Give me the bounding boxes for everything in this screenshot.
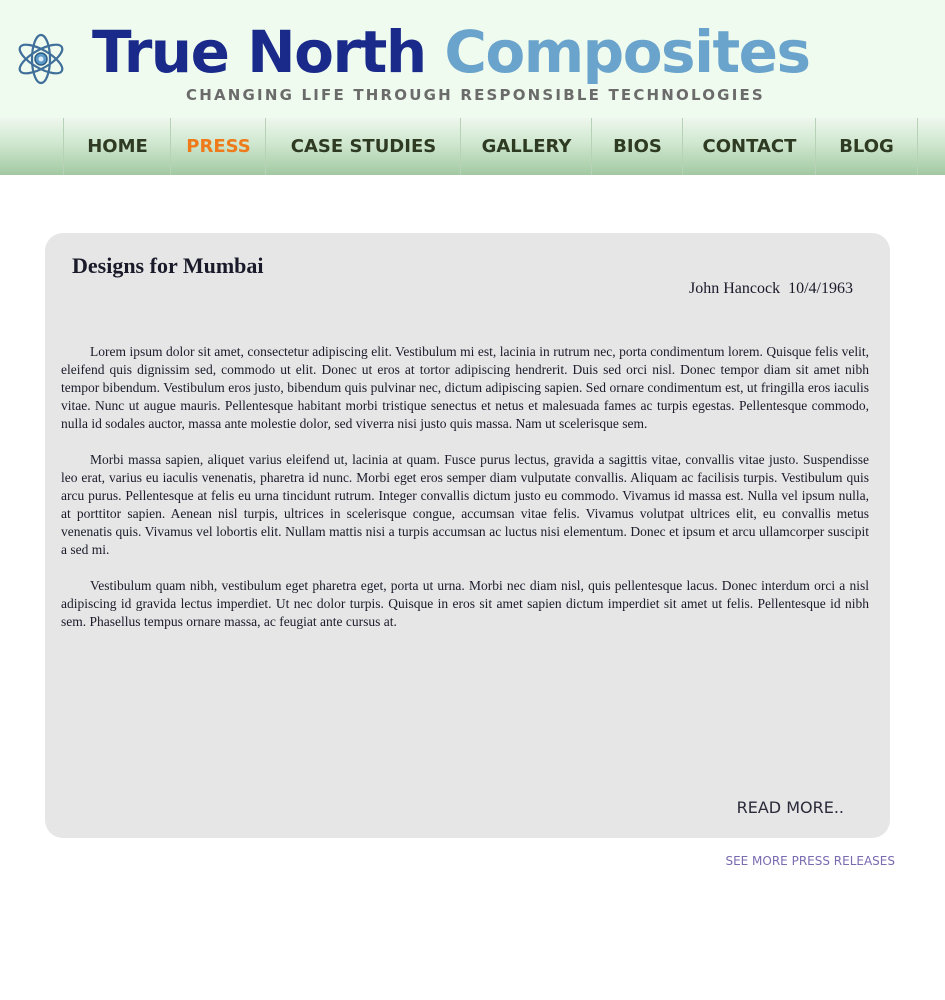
brand-name-secondary: Composites (444, 18, 811, 86)
read-more-link[interactable]: READ MORE.. (737, 798, 844, 817)
article-paragraph: Morbi massa sapien, aliquet varius eleif… (61, 452, 869, 557)
nav-item-blog[interactable]: BLOG (815, 118, 917, 175)
nav-divider (917, 118, 918, 175)
article-body: Lorem ipsum dolor sit amet, consectetur … (61, 343, 869, 649)
article-paragraph: Lorem ipsum dolor sit amet, consectetur … (61, 344, 869, 431)
press-article-card: Designs for Mumbai John Hancock 10/4/196… (45, 233, 890, 838)
nav-item-contact[interactable]: CONTACT (682, 118, 816, 175)
nav-item-gallery[interactable]: GALLERY (460, 118, 592, 175)
site-header: True North Composites CHANGING LIFE THRO… (0, 0, 945, 118)
brand-logo-text[interactable]: True North Composites (92, 14, 811, 90)
nav-item-home[interactable]: HOME (63, 118, 171, 175)
tagline: CHANGING LIFE THROUGH RESPONSIBLE TECHNO… (186, 86, 765, 104)
nav-item-press[interactable]: PRESS (170, 118, 266, 175)
brand-name-primary: True North (92, 18, 427, 86)
see-more-press-releases-link[interactable]: SEE MORE PRESS RELEASES (725, 854, 895, 868)
article-title: Designs for Mumbai (72, 253, 264, 278)
main-nav: HOME PRESS CASE STUDIES GALLERY BIOS CON… (0, 118, 945, 175)
nav-item-case-studies[interactable]: CASE STUDIES (265, 118, 461, 175)
article-paragraph: Vestibulum quam nibh, vestibulum eget ph… (61, 578, 869, 629)
atom-icon[interactable] (14, 32, 68, 86)
nav-item-bios[interactable]: BIOS (591, 118, 683, 175)
article-byline: John Hancock 10/4/1963 (689, 280, 853, 297)
